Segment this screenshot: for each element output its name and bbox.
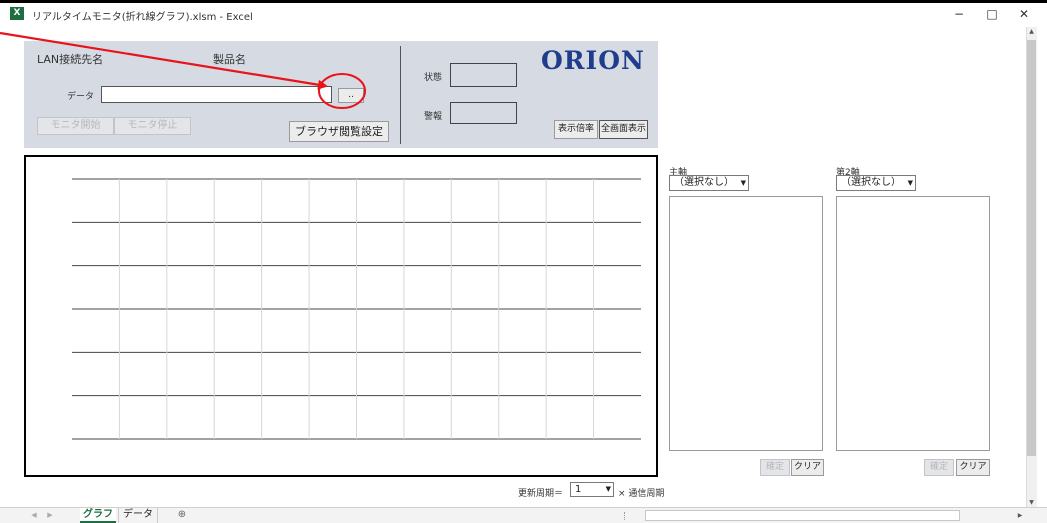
status-label: 状態 <box>424 73 443 83</box>
tab-splitter[interactable] <box>624 512 626 520</box>
alarm-field <box>450 102 517 124</box>
primary-clear-button[interactable]: クリア <box>791 459 824 476</box>
update-cycle-label: 更新周期＝ <box>518 489 564 499</box>
sheet-tab-data[interactable]: データ <box>118 508 158 523</box>
scroll-right-icon[interactable]: ▶ <box>1014 510 1026 521</box>
add-sheet-icon[interactable]: ⊕ <box>174 508 190 523</box>
secondary-axis-select[interactable]: （選択なし） ▼ <box>836 175 916 191</box>
secondary-clear-button[interactable]: クリア <box>956 459 990 476</box>
data-label: データ <box>67 92 95 102</box>
window-title: リアルタイムモニタ(折れ線グラフ).xlsm - Excel <box>32 12 253 23</box>
secondary-axis-list[interactable] <box>836 196 990 451</box>
excel-icon: X <box>10 7 24 20</box>
update-cycle-suffix: × 通信周期 <box>618 489 665 499</box>
status-field <box>450 63 517 87</box>
update-cycle-select[interactable]: 1 ▼ <box>570 482 614 497</box>
horizontal-scrollbar[interactable] <box>645 510 960 521</box>
monitor-start-button[interactable]: モニタ開始 <box>37 117 114 135</box>
primary-confirm-button[interactable]: 確定 <box>760 459 790 476</box>
chevron-down-icon: ▼ <box>907 179 913 187</box>
sheet-tab-graph[interactable]: グラフ <box>80 508 116 523</box>
primary-axis-select[interactable]: （選択なし） ▼ <box>669 175 749 191</box>
sheet-next-icon[interactable]: ▶ <box>44 508 56 523</box>
product-label: 製品名 <box>213 53 246 66</box>
chart-area[interactable] <box>24 155 658 477</box>
close-button[interactable]: ✕ <box>1014 6 1034 22</box>
alarm-label: 警報 <box>424 112 443 122</box>
lan-label: LAN接続先名 <box>37 53 104 66</box>
monitor-stop-button[interactable]: モニタ停止 <box>114 117 191 135</box>
scroll-up-icon[interactable]: ▲ <box>1027 28 1036 38</box>
display-scale-button[interactable]: 表示倍率 <box>554 120 598 139</box>
sheet-prev-icon[interactable]: ◀ <box>28 508 40 523</box>
secondary-axis-value: （選択なし） <box>841 177 901 188</box>
browser-setting-button[interactable]: ブラウザ閲覧設定 <box>289 121 389 142</box>
secondary-confirm-button[interactable]: 確定 <box>924 459 954 476</box>
browse-button[interactable]: .. <box>338 88 364 103</box>
maximize-button[interactable]: □ <box>982 6 1002 22</box>
primary-axis-value: （選択なし） <box>674 177 734 188</box>
primary-axis-list[interactable] <box>669 196 823 451</box>
chevron-down-icon: ▼ <box>605 485 611 493</box>
chevron-down-icon: ▼ <box>740 179 746 187</box>
orion-logo: ORION <box>541 46 645 75</box>
chart-plot <box>72 178 641 440</box>
fullscreen-button[interactable]: 全画面表示 <box>599 120 648 139</box>
update-cycle-value: 1 <box>575 484 582 495</box>
data-path-input[interactable] <box>101 86 332 103</box>
panel-divider <box>400 46 401 144</box>
minimize-button[interactable]: − <box>949 6 969 22</box>
vertical-scroll-thumb[interactable] <box>1027 40 1036 456</box>
